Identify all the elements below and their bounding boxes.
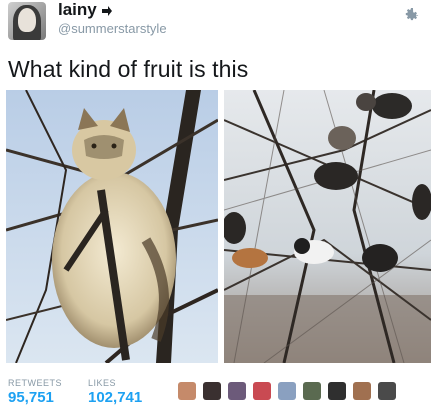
liker-avatar[interactable] — [178, 382, 196, 400]
likes-stat[interactable]: LIKES 102,741 — [88, 378, 142, 406]
tweet-text: What kind of fruit is this — [8, 56, 249, 82]
retweets-stat[interactable]: RETWEETS 95,751 — [8, 378, 62, 406]
liker-avatar[interactable] — [278, 382, 296, 400]
likes-count: 102,741 — [88, 389, 143, 406]
author-name-text: lainy — [58, 0, 97, 19]
gear-icon[interactable] — [402, 6, 420, 24]
retweets-label: RETWEETS — [8, 378, 63, 388]
liker-avatar[interactable] — [253, 382, 271, 400]
photo-cats-in-tree-image — [224, 90, 431, 363]
photo-cats-in-tree[interactable] — [224, 90, 431, 363]
liker-avatar[interactable] — [328, 382, 346, 400]
liker-avatar[interactable] — [353, 382, 371, 400]
liker-avatar[interactable] — [303, 382, 321, 400]
likes-label: LIKES — [88, 378, 117, 388]
author-name[interactable]: lainy — [58, 0, 113, 20]
liker-avatar[interactable] — [228, 382, 246, 400]
arrow-badge-icon — [102, 5, 113, 16]
photo-cat-in-tree[interactable] — [6, 90, 218, 363]
author-handle[interactable]: @summerstarstyle — [58, 21, 167, 36]
liker-avatar[interactable] — [378, 382, 396, 400]
photo-cat-in-tree-image — [6, 90, 218, 363]
retweets-count: 95,751 — [8, 389, 54, 406]
avatar[interactable] — [8, 2, 46, 40]
liker-avatar[interactable] — [203, 382, 221, 400]
